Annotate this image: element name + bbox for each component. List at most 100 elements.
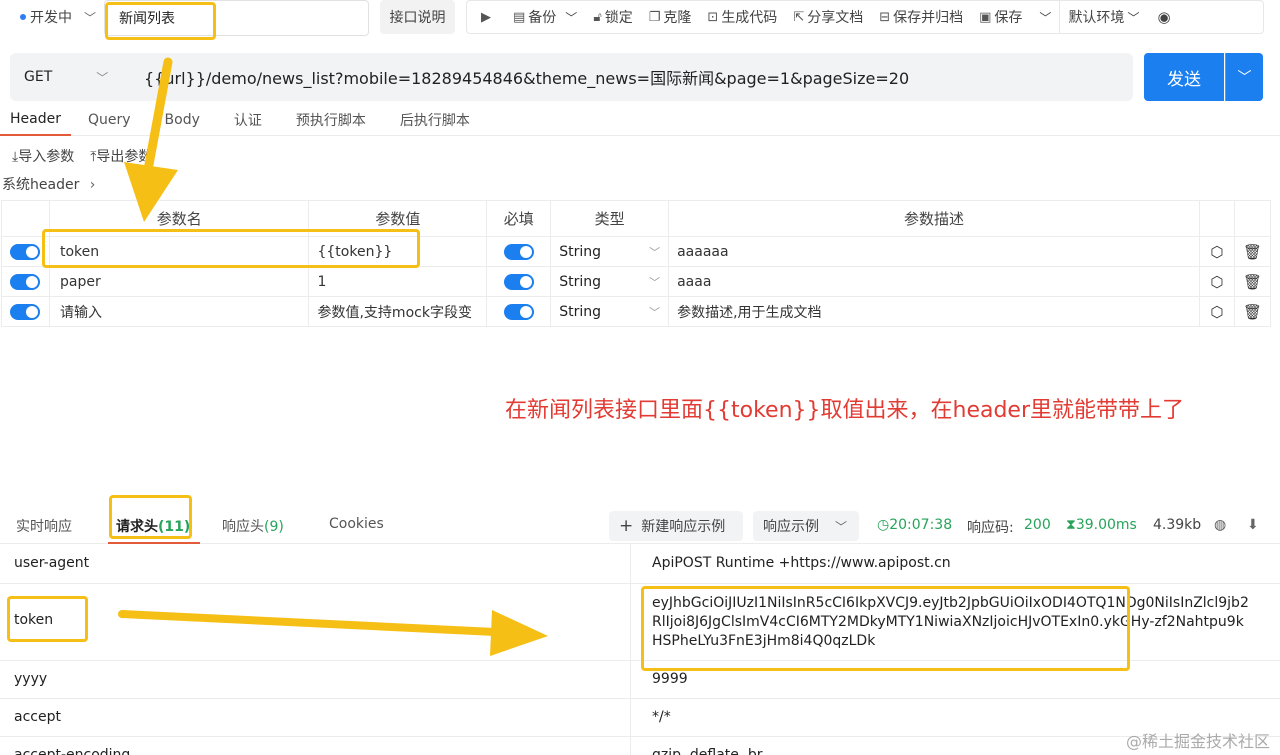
system-header-toggle[interactable]: 系统header › (2, 174, 95, 194)
download-icon[interactable]: ⬇ (1247, 517, 1259, 533)
param-io-row: ⤓导入参数 ⤒导出参数 (12, 146, 152, 166)
toggle-switch (503, 243, 534, 260)
mock-cube-icon[interactable]: ⬡ (1198, 236, 1235, 267)
new-example-button[interactable]: + 新建响应示例 (609, 511, 743, 541)
tab-pre-script[interactable]: 预执行脚本 (279, 104, 383, 136)
tab-auth[interactable]: 认证 (217, 104, 279, 136)
run-button[interactable]: ▶ (467, 10, 505, 25)
mock-cube-icon[interactable]: ⬡ (1198, 296, 1235, 327)
param-desc-cell[interactable]: aaaa (668, 266, 1200, 297)
mock-cube-icon[interactable]: ⬡ (1198, 266, 1235, 297)
type-label: String (559, 303, 601, 320)
enable-toggle[interactable] (1, 266, 50, 297)
tab-query[interactable]: Query (71, 104, 148, 136)
header-value: 9999 (652, 671, 688, 687)
export-params-button[interactable]: ⤒导出参数 (90, 146, 152, 166)
table-row: accept */* (0, 699, 1280, 737)
trash-icon[interactable]: 🗑︎ (1233, 296, 1272, 327)
param-value-cell[interactable]: {{token}} (308, 236, 488, 267)
table-header-mock (1198, 200, 1235, 237)
required-toggle[interactable] (486, 296, 552, 327)
column-divider (630, 699, 631, 736)
trash-icon[interactable]: 🗑︎ (1233, 266, 1272, 297)
enable-toggle[interactable] (1, 236, 50, 267)
toggle-switch (10, 303, 40, 320)
code-icon: ⊡ (707, 9, 719, 25)
header-key: token (14, 612, 54, 628)
save-label: 保存 (994, 10, 1023, 26)
param-name-cell[interactable]: 请输入 (48, 296, 310, 327)
table-header-type: 类型 (550, 200, 670, 237)
url-input[interactable]: {{url}}/demo/news_list?mobile=1828945484… (136, 53, 1133, 101)
enable-toggle[interactable] (1, 296, 50, 327)
column-divider (630, 737, 631, 755)
required-toggle[interactable] (486, 236, 552, 267)
import-params-button[interactable]: ⤓导入参数 (12, 146, 74, 166)
tab-realtime-response[interactable]: 实时响应 (16, 516, 72, 536)
clock-icon: ◷ (877, 517, 890, 533)
param-desc-cell[interactable]: aaaaaa (668, 236, 1200, 267)
hourglass-icon: ⧗ (1066, 517, 1076, 533)
example-select[interactable]: 响应示例 ﹀ (753, 511, 859, 541)
table-header-value: 参数值 (308, 200, 488, 237)
tab-request-headers[interactable]: 请求头(11) (116, 516, 190, 536)
param-value-cell[interactable]: 1 (308, 266, 488, 297)
type-select[interactable]: String ﹀ (550, 236, 670, 267)
backup-button[interactable]: ▤ 备份 ﹀ (505, 7, 585, 27)
param-value-cell[interactable]: 参数值,支持mock字段变 (308, 296, 488, 327)
generate-code-button[interactable]: ⊡ 生成代码 (699, 7, 785, 27)
param-name-cell[interactable]: token (48, 236, 310, 267)
api-doc-button[interactable]: 接口说明 (380, 0, 455, 34)
response-duration-label: 39.00ms (1075, 517, 1137, 533)
chevron-right-icon: › (89, 177, 96, 193)
toggle-switch (503, 273, 534, 290)
type-label: String (559, 273, 601, 290)
table-header-required: 必填 (486, 200, 552, 237)
header-key: accept-encoding (14, 747, 131, 755)
response-code: 200 (1024, 517, 1051, 533)
tab-post-script[interactable]: 后执行脚本 (383, 104, 487, 136)
tab-body[interactable]: Body (148, 104, 217, 136)
save-archive-button[interactable]: ⊟ 保存并归档 (871, 7, 971, 27)
tab-response-headers[interactable]: 响应头(9) (222, 516, 284, 536)
table-header-name: 参数名 (48, 200, 310, 237)
response-time: ◷20:07:38 (877, 517, 952, 533)
clone-label: 克隆 (663, 10, 692, 26)
request-headers-label: 请求头 (116, 519, 158, 535)
tab-header[interactable]: Header (0, 104, 71, 136)
param-name-cell[interactable]: paper (48, 266, 310, 297)
table-row: accept-encoding gzip, deflate, br (0, 737, 1280, 755)
trash-icon[interactable]: 🗑︎ (1233, 236, 1272, 267)
required-toggle[interactable] (486, 266, 552, 297)
param-desc-cell[interactable]: 参数描述,用于生成文档 (668, 296, 1200, 327)
table-header-desc: 参数描述 (668, 200, 1200, 237)
share-icon: ⇱ (793, 9, 805, 25)
toggle-switch (10, 273, 40, 290)
status-select[interactable]: 开发中 ﹀ (8, 2, 103, 32)
lock-button[interactable]: 🔓︎ 锁定 (585, 7, 640, 27)
send-button[interactable]: 发送 (1144, 53, 1224, 101)
example-label: 响应示例 (763, 519, 819, 535)
save-button[interactable]: ▣ 保存 ﹀ (971, 7, 1059, 27)
system-header-label: 系统header (2, 177, 80, 193)
header-value: ApiPOST Runtime +https://www.apipost.cn (652, 555, 951, 571)
response-headers-label: 响应头 (222, 519, 264, 535)
generate-code-label: 生成代码 (721, 10, 778, 26)
header-params-table: 参数名 参数值 必填 类型 参数描述 token {{token}} Strin… (1, 200, 1272, 327)
toggle-switch (10, 243, 40, 260)
environment-label: 默认环境 (1068, 10, 1125, 26)
eye-icon[interactable]: ◉ (1147, 8, 1178, 26)
method-select[interactable]: GET ﹀ (10, 53, 136, 101)
tab-cookies[interactable]: Cookies (329, 516, 384, 532)
clone-button[interactable]: ❐ 克隆 (641, 7, 700, 27)
environment-select[interactable]: 默认环境 ﹀ (1060, 7, 1147, 27)
share-doc-button[interactable]: ⇱ 分享文档 (785, 7, 871, 27)
save-icon: ▣ (979, 9, 992, 25)
header-key: accept (14, 709, 61, 725)
type-select[interactable]: String ﹀ (550, 266, 670, 297)
type-select[interactable]: String ﹀ (550, 296, 670, 327)
backup-label: 备份 (528, 10, 557, 26)
api-title-input[interactable]: 新闻列表 (104, 0, 369, 36)
globe-icon[interactable]: ◍ (1214, 517, 1226, 533)
send-dropdown-button[interactable]: ﹀ (1225, 53, 1263, 101)
